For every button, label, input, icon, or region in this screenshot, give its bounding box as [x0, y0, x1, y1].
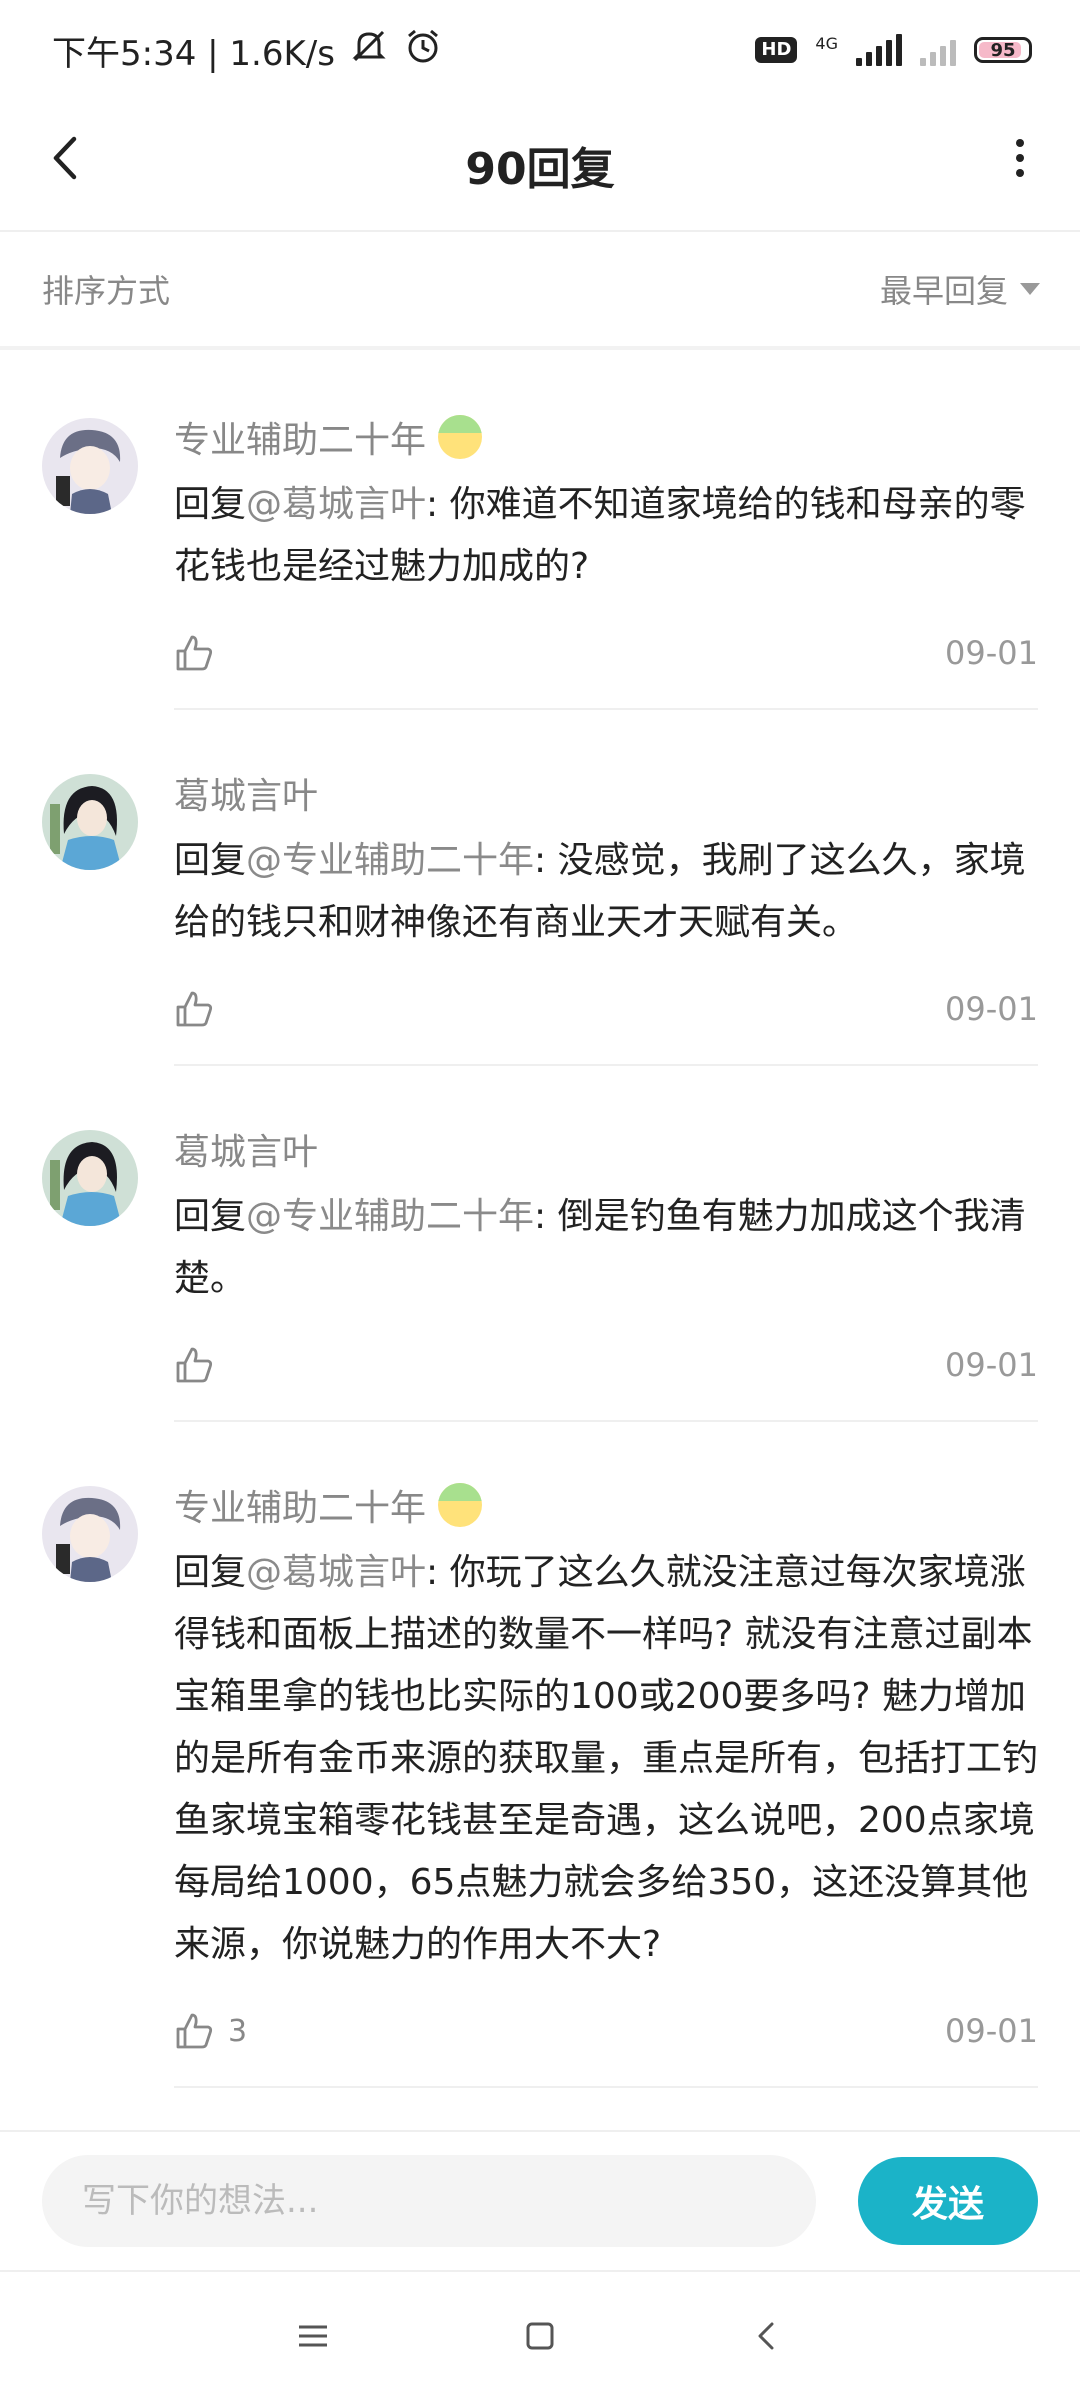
comment-header: 葛城言叶	[174, 768, 1038, 818]
comment-meta: 09-01	[174, 1310, 1038, 1420]
comment-date: 09-01	[945, 2012, 1038, 2050]
comment-text: 回复@专业辅助二十年: 倒是钓鱼有魅力加成这个我清楚。	[174, 1186, 1038, 1310]
thumbs-up-icon	[176, 1347, 213, 1383]
comment-header: 葛城言叶	[174, 1124, 1038, 1174]
reply-input-bar: 发送	[0, 2130, 1080, 2270]
back-button[interactable]	[36, 128, 96, 188]
reply-input[interactable]	[42, 2155, 816, 2247]
comment-content: : 你玩了这么久就没注意过每次家境涨得钱和面板上描述的数量不一样吗? 就没有注意…	[174, 1552, 1039, 1965]
system-nav-bar	[0, 2270, 1080, 2400]
chevron-down-icon	[1020, 283, 1040, 295]
reply-prefix: 回复	[174, 1552, 247, 1593]
avatar[interactable]	[42, 418, 138, 514]
status-left: 下午5:34 | 1.6K/s	[52, 26, 443, 75]
mention-link[interactable]: @专业辅助二十年	[246, 1196, 534, 1237]
mention-link[interactable]: @葛城言叶	[246, 484, 426, 525]
comment-body: 专业辅助二十年 回复@葛城言叶: 你玩了这么久就没注意过每次家境涨得钱和面板上描…	[174, 1422, 1038, 2088]
reply-prefix: 回复	[174, 840, 247, 881]
avatar[interactable]	[42, 1130, 138, 1226]
more-icon	[1016, 139, 1024, 177]
comment-header: 专业辅助二十年	[174, 412, 1038, 462]
sort-dropdown[interactable]: 最早回复	[880, 266, 1040, 312]
sort-label: 排序方式	[42, 272, 171, 310]
author-name[interactable]: 葛城言叶	[174, 767, 318, 819]
comment-body: 葛城言叶 回复@专业辅助二十年: 倒是钓鱼有魅力加成这个我清楚。 09-01	[174, 1066, 1038, 1422]
page: 下午5:34 | 1.6K/s HD 4G 95 90回复 排序方式 最早回复 …	[0, 0, 1080, 2400]
more-button[interactable]	[990, 128, 1050, 188]
comment-header: 专业辅助二十年	[174, 1480, 1038, 1530]
hd-badge: HD	[755, 37, 798, 63]
comment-text: 回复@葛城言叶: 你玩了这么久就没注意过每次家境涨得钱和面板上描述的数量不一样吗…	[174, 1542, 1038, 1976]
comment-meta: 3 09-01	[174, 1976, 1038, 2086]
signal-icon	[856, 34, 902, 66]
author-name[interactable]: 专业辅助二十年	[174, 411, 426, 463]
comment-date: 09-01	[945, 1346, 1038, 1384]
like-button[interactable]	[174, 633, 228, 673]
menu-icon	[299, 2325, 328, 2347]
comment-body: 葛城言叶 回复@专业辅助二十年: 没感觉，我刷了这么久，家境给的钱只和财神像还有…	[174, 710, 1038, 1066]
thumbs-up-icon	[176, 991, 213, 1027]
comment-item: 专业辅助二十年 回复@葛城言叶: 你玩了这么久就没注意过每次家境涨得钱和面板上描…	[0, 1422, 1080, 2088]
home-button[interactable]	[500, 2296, 580, 2376]
signal-weak-icon	[920, 34, 956, 66]
nav-back-button[interactable]	[727, 2296, 807, 2376]
comment-list: 专业辅助二十年 回复@葛城言叶: 你难道不知道家境给的钱和母亲的零花钱也是经过魅…	[0, 354, 1080, 2088]
badge-icon	[438, 415, 483, 459]
like-count: 3	[228, 2013, 248, 2049]
comment-meta: 09-01	[174, 598, 1038, 708]
page-title: 90回复	[465, 144, 615, 195]
thumbs-up-icon	[176, 635, 213, 671]
comment-text: 回复@专业辅助二十年: 没感觉，我刷了这么久，家境给的钱只和财神像还有商业天才天…	[174, 830, 1038, 954]
like-button[interactable]	[174, 1345, 228, 1385]
network-label: 4G	[815, 34, 838, 53]
reply-prefix: 回复	[174, 1196, 247, 1237]
mute-icon	[349, 26, 389, 75]
status-bar: 下午5:34 | 1.6K/s HD 4G 95	[0, 0, 1080, 100]
battery-icon: 95	[974, 37, 1032, 63]
comment-body: 专业辅助二十年 回复@葛城言叶: 你难道不知道家境给的钱和母亲的零花钱也是经过魅…	[174, 354, 1038, 710]
like-button[interactable]	[174, 989, 228, 1029]
comment-text: 回复@葛城言叶: 你难道不知道家境给的钱和母亲的零花钱也是经过魅力加成的?	[174, 474, 1038, 598]
send-button[interactable]: 发送	[858, 2157, 1038, 2245]
avatar[interactable]	[42, 774, 138, 870]
comment-item: 专业辅助二十年 回复@葛城言叶: 你难道不知道家境给的钱和母亲的零花钱也是经过魅…	[0, 354, 1080, 710]
comment-meta: 09-01	[174, 954, 1038, 1064]
thumbs-up-icon	[176, 2013, 213, 2049]
comment-date: 09-01	[945, 990, 1038, 1028]
status-time: 下午5:34 | 1.6K/s	[52, 33, 335, 74]
comment-item: 葛城言叶 回复@专业辅助二十年: 没感觉，我刷了这么久，家境给的钱只和财神像还有…	[0, 710, 1080, 1066]
nav-back-icon	[758, 2322, 774, 2350]
reply-prefix: 回复	[174, 484, 247, 525]
sort-value: 最早回复	[879, 272, 1008, 310]
author-name[interactable]: 葛城言叶	[174, 1123, 318, 1175]
menu-button[interactable]	[273, 2296, 353, 2376]
alarm-icon	[403, 26, 443, 75]
header: 90回复	[0, 100, 1080, 232]
badge-icon	[438, 1483, 483, 1527]
battery-level: 95	[990, 39, 1016, 61]
home-square-icon	[526, 2322, 554, 2350]
back-icon	[53, 136, 77, 180]
comment-item: 葛城言叶 回复@专业辅助二十年: 倒是钓鱼有魅力加成这个我清楚。 09-01	[0, 1066, 1080, 1422]
avatar[interactable]	[42, 1486, 138, 1582]
like-button[interactable]: 3	[174, 2011, 247, 2051]
status-right: HD 4G 95	[755, 34, 1032, 66]
comment-date: 09-01	[945, 634, 1038, 672]
sort-bar: 排序方式 最早回复	[0, 232, 1080, 350]
mention-link[interactable]: @葛城言叶	[246, 1552, 426, 1593]
mention-link[interactable]: @专业辅助二十年	[246, 840, 534, 881]
author-name[interactable]: 专业辅助二十年	[174, 1479, 426, 1531]
